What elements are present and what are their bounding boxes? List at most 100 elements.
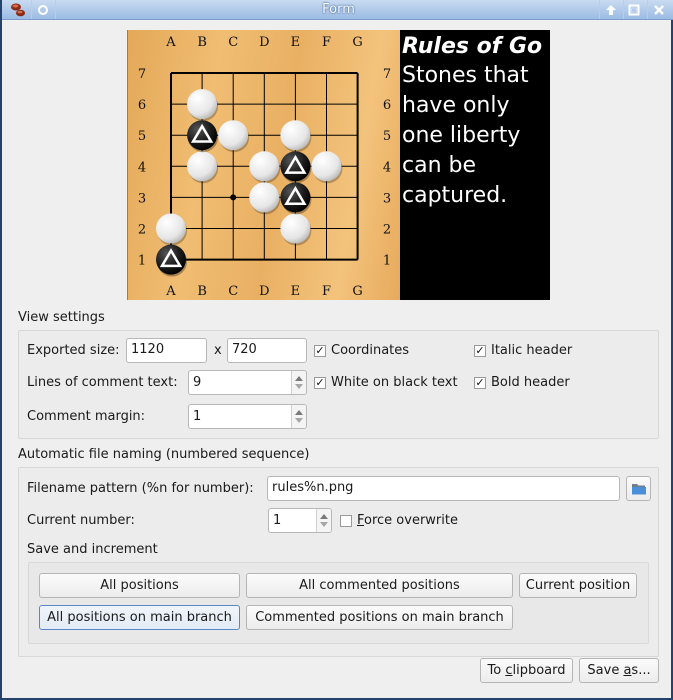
column-label: G xyxy=(352,35,362,50)
spin-up-icon[interactable] xyxy=(295,410,303,415)
all-commented-positions-button[interactable]: All commented positions xyxy=(246,573,513,598)
column-label: B xyxy=(197,35,207,50)
maximize-icon[interactable] xyxy=(626,2,642,18)
save-as-button[interactable]: Save as... xyxy=(579,658,659,683)
column-label: B xyxy=(197,284,207,299)
column-label: A xyxy=(165,35,176,50)
checkbox-unchecked-icon[interactable] xyxy=(340,514,352,527)
label-part: To xyxy=(487,663,506,678)
row-label: 1 xyxy=(138,254,146,269)
lines-of-comment-value[interactable]: 9 xyxy=(193,375,201,390)
commented-positions-main-branch-button[interactable]: Commented positions on main branch xyxy=(246,605,513,630)
go-board-preview: A A B B C C D D E E F F G G 7 7 6 6 5 5 4 4 3 3 2 2 1 1 xyxy=(127,30,400,300)
size-separator: x xyxy=(214,343,222,358)
column-label: E xyxy=(291,284,301,299)
window-title: Form xyxy=(322,2,355,17)
label-part: lipboard xyxy=(512,663,566,678)
bold-header-checkbox[interactable]: ✓ Bold header xyxy=(474,375,570,390)
row-label: 3 xyxy=(138,191,146,206)
save-increment-label: Save and increment xyxy=(27,542,158,557)
column-label: E xyxy=(291,35,301,50)
white-stone xyxy=(311,151,342,182)
white-on-black-label: White on black text xyxy=(331,375,458,390)
checkbox-checked-icon[interactable]: ✓ xyxy=(474,344,486,357)
spin-up-icon[interactable] xyxy=(295,376,303,381)
white-stone xyxy=(280,213,311,244)
spin-arrows[interactable] xyxy=(316,509,331,532)
coordinates-label: Coordinates xyxy=(331,343,410,358)
row-label: 2 xyxy=(383,223,391,238)
column-label: F xyxy=(322,284,331,299)
column-label: C xyxy=(228,35,238,50)
force-overwrite-label: Force overwrite xyxy=(357,513,458,528)
row-label: 4 xyxy=(138,160,146,175)
spin-arrows[interactable] xyxy=(291,405,306,428)
column-label: F xyxy=(322,35,331,50)
comment-line: one liberty xyxy=(402,123,521,148)
row-label: 7 xyxy=(383,67,391,82)
hoshi-point xyxy=(230,194,237,201)
export-height-input[interactable]: 720 xyxy=(227,338,307,363)
comment-margin-value[interactable]: 1 xyxy=(193,409,201,424)
row-label: 2 xyxy=(138,223,146,238)
current-position-button[interactable]: Current position xyxy=(519,573,637,598)
row-label: 5 xyxy=(138,129,146,144)
spin-down-icon[interactable] xyxy=(295,418,303,423)
checkbox-checked-icon[interactable]: ✓ xyxy=(314,376,326,389)
label-part: Save xyxy=(587,663,624,678)
bold-header-label: Bold header xyxy=(491,375,570,390)
column-label: A xyxy=(165,284,176,299)
all-positions-button[interactable]: All positions xyxy=(39,573,240,598)
spin-up-icon[interactable] xyxy=(320,514,328,519)
comment-header: Rules of Go xyxy=(402,34,543,59)
row-label: 7 xyxy=(138,67,146,82)
white-stone xyxy=(218,120,249,151)
go-board: A A B B C C D D E E F F G G 7 7 6 6 5 5 4 4 3 3 2 2 1 1 xyxy=(138,35,391,299)
spin-down-icon[interactable] xyxy=(320,522,328,527)
checkbox-checked-icon[interactable]: ✓ xyxy=(314,344,326,357)
column-label: G xyxy=(352,284,362,299)
lines-of-comment-spinbox[interactable]: 9 xyxy=(188,370,307,395)
comment-body: Stones that have only one liberty can be… xyxy=(402,61,550,211)
comment-line: have only xyxy=(402,93,510,118)
italic-header-label: Italic header xyxy=(491,343,573,358)
current-number-spinbox[interactable]: 1 xyxy=(268,508,332,533)
label-rest: orce overwrite xyxy=(364,513,458,528)
label-part: s... xyxy=(631,663,651,678)
comment-margin-spinbox[interactable]: 1 xyxy=(188,404,307,429)
all-positions-main-branch-button[interactable]: All positions on main branch xyxy=(39,605,240,630)
comment-line: can be xyxy=(402,153,477,178)
exported-size-label: Exported size: xyxy=(27,343,120,358)
white-stone xyxy=(156,213,186,244)
coordinates-checkbox[interactable]: ✓ Coordinates xyxy=(314,343,409,358)
to-clipboard-button[interactable]: To clipboard xyxy=(480,658,573,683)
browse-button[interactable] xyxy=(626,476,651,501)
current-number-value[interactable]: 1 xyxy=(273,513,281,528)
row-label: 5 xyxy=(383,129,391,144)
italic-header-checkbox[interactable]: ✓ Italic header xyxy=(474,343,572,358)
close-icon[interactable] xyxy=(651,2,667,18)
white-stone xyxy=(187,151,218,182)
folder-icon xyxy=(631,484,646,495)
force-overwrite-checkbox[interactable]: Force overwrite xyxy=(340,513,458,528)
shade-icon[interactable] xyxy=(603,2,619,18)
white-stone xyxy=(249,182,280,213)
title-bar: Form xyxy=(2,0,673,20)
export-width-input[interactable]: 1120 xyxy=(126,338,207,363)
file-naming-title: Automatic file naming (numbered sequence… xyxy=(18,447,310,462)
current-number-label: Current number: xyxy=(27,513,135,528)
row-label: 6 xyxy=(138,98,146,113)
export-dialog: Form A A B B C C D D E E F F G G 7 7 6 6 5 5 4 4 3 3 2 2 1 1 Rules … xyxy=(0,0,673,700)
mnemonic: F xyxy=(357,513,365,528)
filename-pattern-input[interactable]: rules%n.png xyxy=(267,476,620,501)
checkbox-checked-icon[interactable]: ✓ xyxy=(474,376,486,389)
spin-arrows[interactable] xyxy=(291,371,306,394)
row-label: 3 xyxy=(383,191,391,206)
white-stone xyxy=(280,120,311,151)
white-on-black-checkbox[interactable]: ✓ White on black text xyxy=(314,375,458,390)
comment-preview: Rules of Go Stones that have only one li… xyxy=(400,30,550,300)
spin-down-icon[interactable] xyxy=(295,384,303,389)
white-stone xyxy=(187,89,218,120)
comment-line: Stones that xyxy=(402,63,529,88)
column-label: C xyxy=(228,284,238,299)
